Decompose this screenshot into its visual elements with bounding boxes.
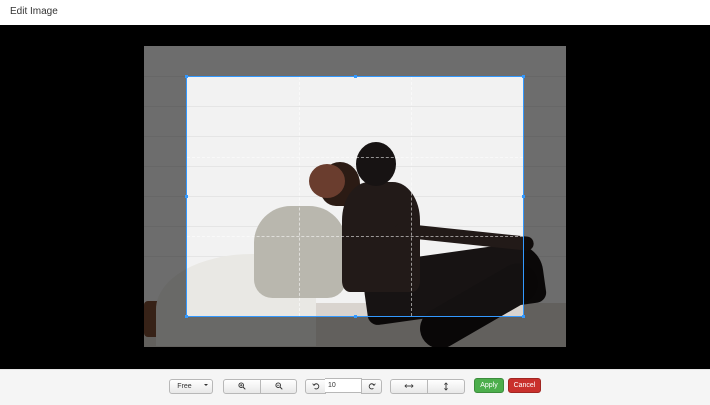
crop-mask-top [144,46,566,76]
rotate-left-button[interactable] [305,379,326,394]
flip-horizontal-icon [404,384,414,388]
rotation-angle-input[interactable] [325,378,362,393]
crop-handle-nw[interactable] [185,75,188,78]
crop-box[interactable] [185,75,525,318]
image-canvas[interactable] [0,25,710,369]
header: Edit Image [0,0,710,25]
editor-toolbar: Free [0,369,710,405]
zoom-out-icon [274,382,283,390]
crop-mask-right [524,76,566,317]
rotate-right-button[interactable] [361,379,382,394]
crop-handle-sw[interactable] [185,315,188,318]
apply-button[interactable]: Apply [474,378,504,393]
rotate-right-icon [368,383,376,390]
zoom-out-button[interactable] [260,379,297,394]
flip-vertical-icon [444,382,448,391]
aspect-ratio-dropdown-button[interactable] [199,379,213,394]
chevron-down-icon [203,384,208,386]
zoom-in-button[interactable] [223,379,261,394]
crop-handle-e[interactable] [522,195,525,198]
rotate-left-icon [311,383,319,390]
cancel-button[interactable]: Cancel [508,378,541,393]
crop-mask-bottom [144,317,566,347]
page-title: Edit Image [10,6,58,17]
zoom-in-icon [238,382,246,390]
flip-horizontal-button[interactable] [390,379,428,394]
crop-mask-left [144,76,186,317]
crop-handle-w[interactable] [185,195,188,198]
crop-handle-se[interactable] [522,315,525,318]
crop-handle-n[interactable] [354,75,357,78]
aspect-ratio-select[interactable]: Free [169,379,200,394]
crop-handle-s[interactable] [354,315,357,318]
flip-vertical-button[interactable] [427,379,465,394]
aspect-ratio-value: Free [177,383,192,390]
crop-handle-ne[interactable] [522,75,525,78]
